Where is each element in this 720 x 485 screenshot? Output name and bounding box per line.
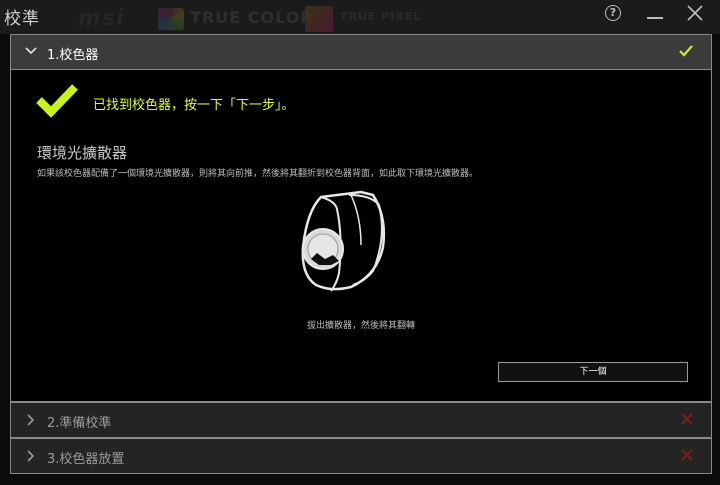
step-header-3[interactable]: 3.校色器放置: [11, 439, 711, 473]
section-title: 環境光擴散器: [37, 144, 128, 162]
step-header-2[interactable]: 2.準備校準: [11, 403, 711, 437]
step-header-1[interactable]: 1.校色器: [11, 35, 711, 69]
chevron-right-icon: [27, 414, 35, 426]
close-button[interactable]: [686, 4, 704, 22]
true-color-logo: TRUE COLOR: [190, 8, 314, 27]
success-check-icon: [36, 84, 78, 118]
true-color-icon: [158, 8, 184, 30]
error-x-icon: [681, 449, 693, 461]
step-body-1: 已找到校色器，按一下「下一步」。 環境光擴散器 如果該校色器配備了一個環境光擴散…: [11, 69, 711, 401]
step-label-2: 2.準備校準: [47, 416, 112, 431]
true-pixel-icon: [305, 6, 333, 32]
help-button[interactable]: ?: [605, 5, 621, 21]
msi-logo: msi: [78, 6, 125, 31]
step-panel-1: 1.校色器 已找到校色器，按一下「下一步」。 環境光擴散器 如果該校色器配備了一…: [10, 34, 712, 402]
step-label-3: 3.校色器放置: [47, 452, 125, 467]
window-title: 校準: [4, 9, 40, 29]
next-button[interactable]: 下一個: [498, 362, 688, 382]
chevron-down-icon: [25, 47, 37, 55]
step-panel-2: 2.準備校準: [10, 402, 712, 438]
title-bar: 校準 msi TRUE COLOR TRUE PIXEL ?: [0, 0, 720, 34]
diffuser-illustration: [301, 190, 386, 292]
check-icon: [679, 45, 693, 57]
minimize-button[interactable]: [647, 17, 663, 19]
section-description: 如果該校色器配備了一個環境光擴散器，則將其向前推，然後將其翻折到校色器背面，如此…: [37, 169, 479, 179]
error-x-icon: [681, 413, 693, 425]
true-pixel-logo: TRUE PIXEL: [340, 10, 422, 23]
chevron-right-icon: [27, 450, 35, 462]
illustration-caption: 拔出擴散器，然後將其翻轉: [306, 321, 415, 331]
step-panel-3: 3.校色器放置: [10, 438, 712, 474]
device-found-message: 已找到校色器，按一下「下一步」。: [93, 98, 295, 113]
step-label-1: 1.校色器: [47, 48, 99, 63]
